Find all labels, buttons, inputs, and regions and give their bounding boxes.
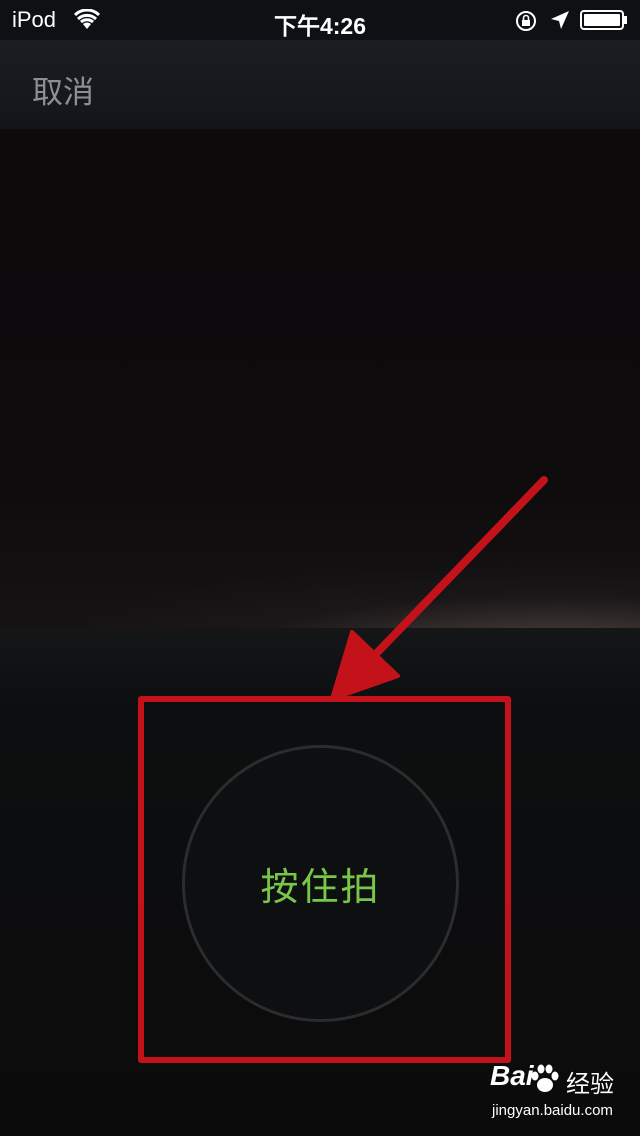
paw-icon [531,1064,559,1092]
watermark-jingyan-text: 经验 [566,1071,614,1098]
nav-bar: 取消 [0,40,640,129]
location-icon [551,11,569,29]
cancel-button[interactable]: 取消 [32,67,94,112]
battery-icon [580,10,627,30]
camera-preview [0,129,640,628]
annotation-highlight-box [138,696,511,1063]
baidu-jingyan-watermark: Bai 经验 jingyan.baidu.com [490,1060,620,1130]
clock-time: 下午4:26 [273,13,367,39]
status-bar: iPod 下午4:26 [0,0,640,40]
rotation-lock-icon [516,11,536,31]
watermark-url: jingyan.baidu.com [492,1102,613,1119]
